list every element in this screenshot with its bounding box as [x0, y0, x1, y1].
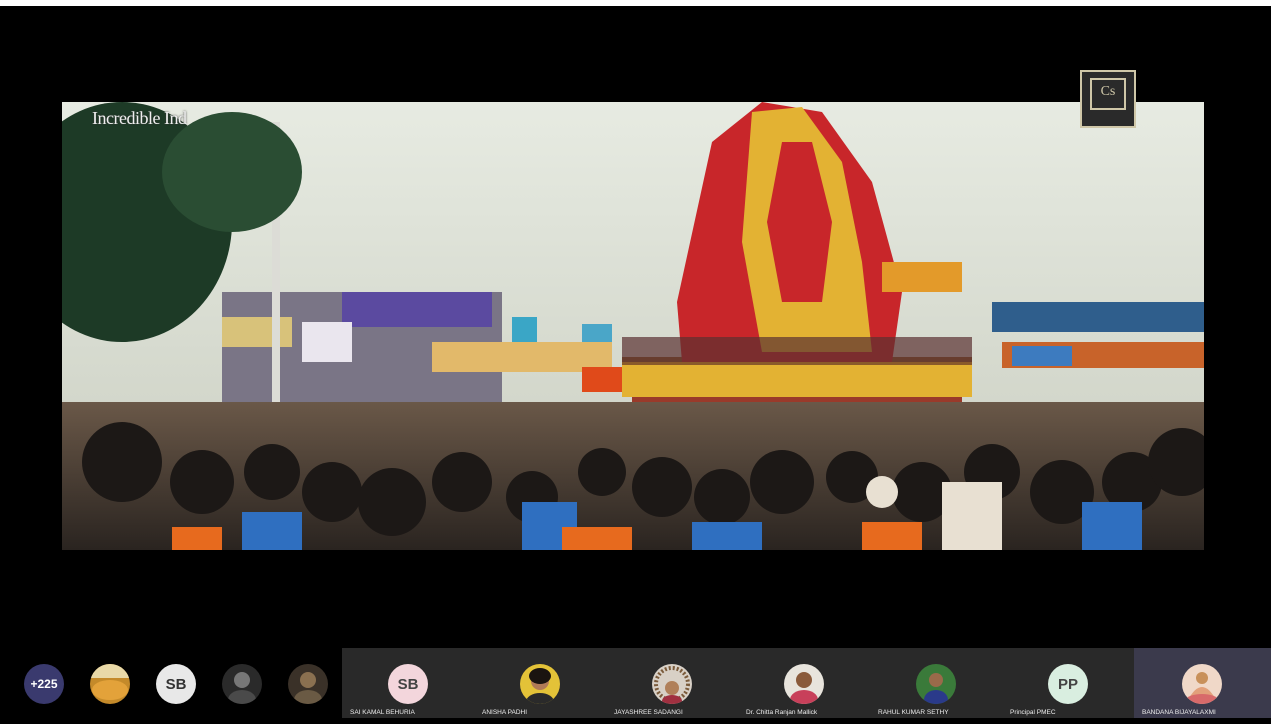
- participant-tile[interactable]: JAYASHREE SADANGI: [606, 648, 738, 718]
- participant-name: BANDANA BIJAYALAXMI: [1142, 709, 1216, 716]
- photo-avatar-1-icon: [90, 664, 130, 704]
- participant-name: Principal PMEC: [1010, 709, 1056, 716]
- photo-avatar-3-icon: [288, 664, 328, 704]
- participant-name: RAHUL KUMAR SETHY: [878, 709, 949, 716]
- photo-avatar-chitta-icon: [784, 664, 824, 704]
- participant-avatar-4[interactable]: [288, 664, 328, 704]
- video-watermark: Incredible Ind: [92, 108, 187, 128]
- more-participants-button[interactable]: +225: [24, 664, 64, 704]
- participant-name: ANISHA PADHI: [482, 709, 528, 716]
- logo-mark: Cs: [1090, 78, 1126, 110]
- photo-avatar-2-icon: [222, 664, 262, 704]
- participant-tile[interactable]: RAHUL KUMAR SETHY: [870, 648, 1002, 718]
- participant-tile[interactable]: SB SAI KAMAL BEHURIA: [342, 648, 474, 718]
- channel-logo: Cs: [1080, 70, 1136, 128]
- participant-name: SAI KAMAL BEHURIA: [350, 709, 415, 716]
- participant-avatar-1[interactable]: [90, 664, 130, 704]
- participant-initials-avatar: SB: [388, 664, 428, 704]
- festival-video-image: [62, 102, 1204, 550]
- photo-avatar-bandana-icon: [1182, 664, 1222, 704]
- photo-avatar-anisha-icon: [520, 664, 560, 704]
- shared-video-frame[interactable]: [62, 102, 1204, 550]
- photo-avatar-rahul-icon: [916, 664, 956, 704]
- photo-avatar-jayashree-icon: [652, 664, 692, 704]
- participant-avatar-2[interactable]: SB: [156, 664, 196, 704]
- participant-name: JAYASHREE SADANGI: [614, 709, 683, 716]
- participant-tile[interactable]: Dr. Chitta Ranjan Mallick: [738, 648, 870, 718]
- participant-name: Dr. Chitta Ranjan Mallick: [746, 709, 818, 716]
- participant-tile[interactable]: PP Principal PMEC: [1002, 648, 1134, 718]
- participant-avatar-3[interactable]: [222, 664, 262, 704]
- participant-tile-active[interactable]: BANDANA BIJAYALAXMI: [1134, 648, 1271, 718]
- participant-tile[interactable]: ANISHA PADHI: [474, 648, 606, 718]
- participant-initials-avatar: PP: [1048, 664, 1088, 704]
